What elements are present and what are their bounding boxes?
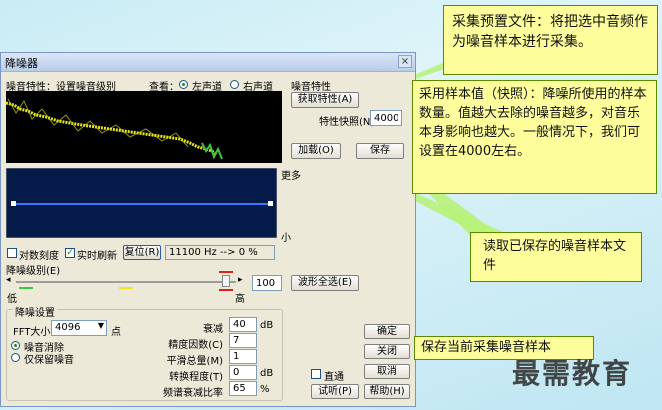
remove-noise-radio[interactable] (11, 341, 20, 350)
param-label-attenuation: 衰减 (203, 324, 223, 335)
marker-green (19, 287, 33, 289)
fft-unit-label: 点 (111, 327, 121, 338)
curve-handle-right (268, 201, 273, 206)
slider-left-arrow-icon[interactable]: ◂ (6, 275, 11, 285)
level-value-input[interactable] (252, 275, 282, 291)
keep-noise-radio[interactable] (11, 353, 20, 362)
close-icon[interactable]: × (398, 55, 412, 68)
dropdown-arrow-icon[interactable]: ▼ (98, 321, 104, 330)
snapshots-label: 特性快照(N) (319, 117, 375, 128)
param-label-smoothing: 平滑总量(M) (166, 356, 223, 367)
help-button[interactable]: 帮助(H) (364, 384, 410, 399)
param-input-attenuation[interactable] (229, 317, 257, 332)
live-update-label[interactable]: 实时刷新 (77, 247, 117, 262)
param-unit-attenuation: dB (260, 320, 274, 331)
level-high-label: 高 (235, 294, 245, 305)
noise-spectrum-display (6, 91, 282, 163)
bypass-label[interactable]: 直通 (324, 368, 344, 383)
log-scale-checkbox[interactable] (7, 248, 17, 258)
marker-red-top (219, 271, 233, 273)
frequency-readout: 11100 Hz --> 0 % (165, 245, 275, 260)
load-button[interactable]: 加载(O) (291, 143, 341, 159)
fft-size-select[interactable]: 4096 ▼ (51, 320, 107, 336)
param-label-transition: 转换程度(T) (169, 372, 223, 383)
watermark-logo: 最需教育 (512, 357, 633, 390)
fft-size-label: FFT大小 (13, 327, 51, 338)
param-input-spectral-decay[interactable] (229, 381, 257, 396)
marker-yellow (119, 287, 133, 289)
log-scale-label[interactable]: 对数刻度 (19, 247, 59, 262)
param-input-transition[interactable] (229, 365, 257, 380)
reset-button[interactable]: 复位(R) (123, 245, 161, 260)
right-channel-radio[interactable] (230, 80, 239, 89)
preview-button[interactable]: 试听(P) (311, 384, 359, 399)
slider-right-arrow-icon[interactable]: ▸ (238, 275, 243, 285)
ok-button[interactable]: 确定 (364, 324, 410, 339)
curve-handle-left (11, 201, 16, 206)
title-bar: 降噪器 × (1, 53, 415, 72)
reduction-graph[interactable] (6, 168, 277, 238)
save-button[interactable]: 保存 (356, 143, 404, 159)
slider-track (16, 281, 236, 283)
param-label-spectral-decay: 频谱衰减比率 (163, 388, 223, 399)
level-low-label: 低 (7, 294, 17, 305)
select-entire-button[interactable]: 波形全选(E) (291, 275, 359, 291)
cancel-button[interactable]: 取消 (364, 364, 410, 379)
param-input-precision[interactable] (229, 333, 257, 348)
graph-more-label: 更多 (281, 171, 301, 182)
left-channel-radio[interactable] (179, 80, 188, 89)
spectrum-background (6, 91, 282, 163)
callout-load-profile: 读取已保存的噪音样本文件 (470, 232, 642, 282)
param-unit-transition: dB (260, 368, 274, 379)
bypass-checkbox[interactable] (311, 369, 321, 379)
settings-heading: 降噪设置 (13, 304, 57, 319)
close-button[interactable]: 关闭 (364, 344, 410, 359)
snapshots-input[interactable] (370, 110, 402, 126)
param-label-precision: 精度因数(C) (168, 340, 223, 351)
noise-reduction-dialog: 降噪器 × 噪音特性：设置噪音级别 查看： 左声道 右声道 噪音特性 获取特性(… (0, 52, 416, 407)
graph-less-label: 小 (281, 233, 291, 244)
get-profile-button[interactable]: 获取特性(A) (291, 92, 359, 108)
param-input-smoothing[interactable] (229, 349, 257, 364)
callout-snapshots: 采用样本值（快照）：降噪所使用的样本数量。值越大去除的噪音越多，对音乐本身影响也… (412, 80, 657, 194)
keep-noise-label[interactable]: 仅保留噪音 (24, 351, 74, 366)
live-update-checkbox[interactable]: ✓ (65, 248, 75, 258)
fft-size-value: 4096 (55, 322, 81, 333)
param-unit-spectral-decay: % (260, 384, 270, 395)
marker-red-bottom (219, 289, 233, 291)
window-title: 降噪器 (5, 57, 38, 70)
slider-thumb[interactable] (222, 275, 230, 287)
noise-profile-heading: 噪音特性 (291, 82, 331, 93)
callout-capture-profile: 采集预置文件：将把选中音频作为噪音样本进行采集。 (443, 5, 658, 75)
